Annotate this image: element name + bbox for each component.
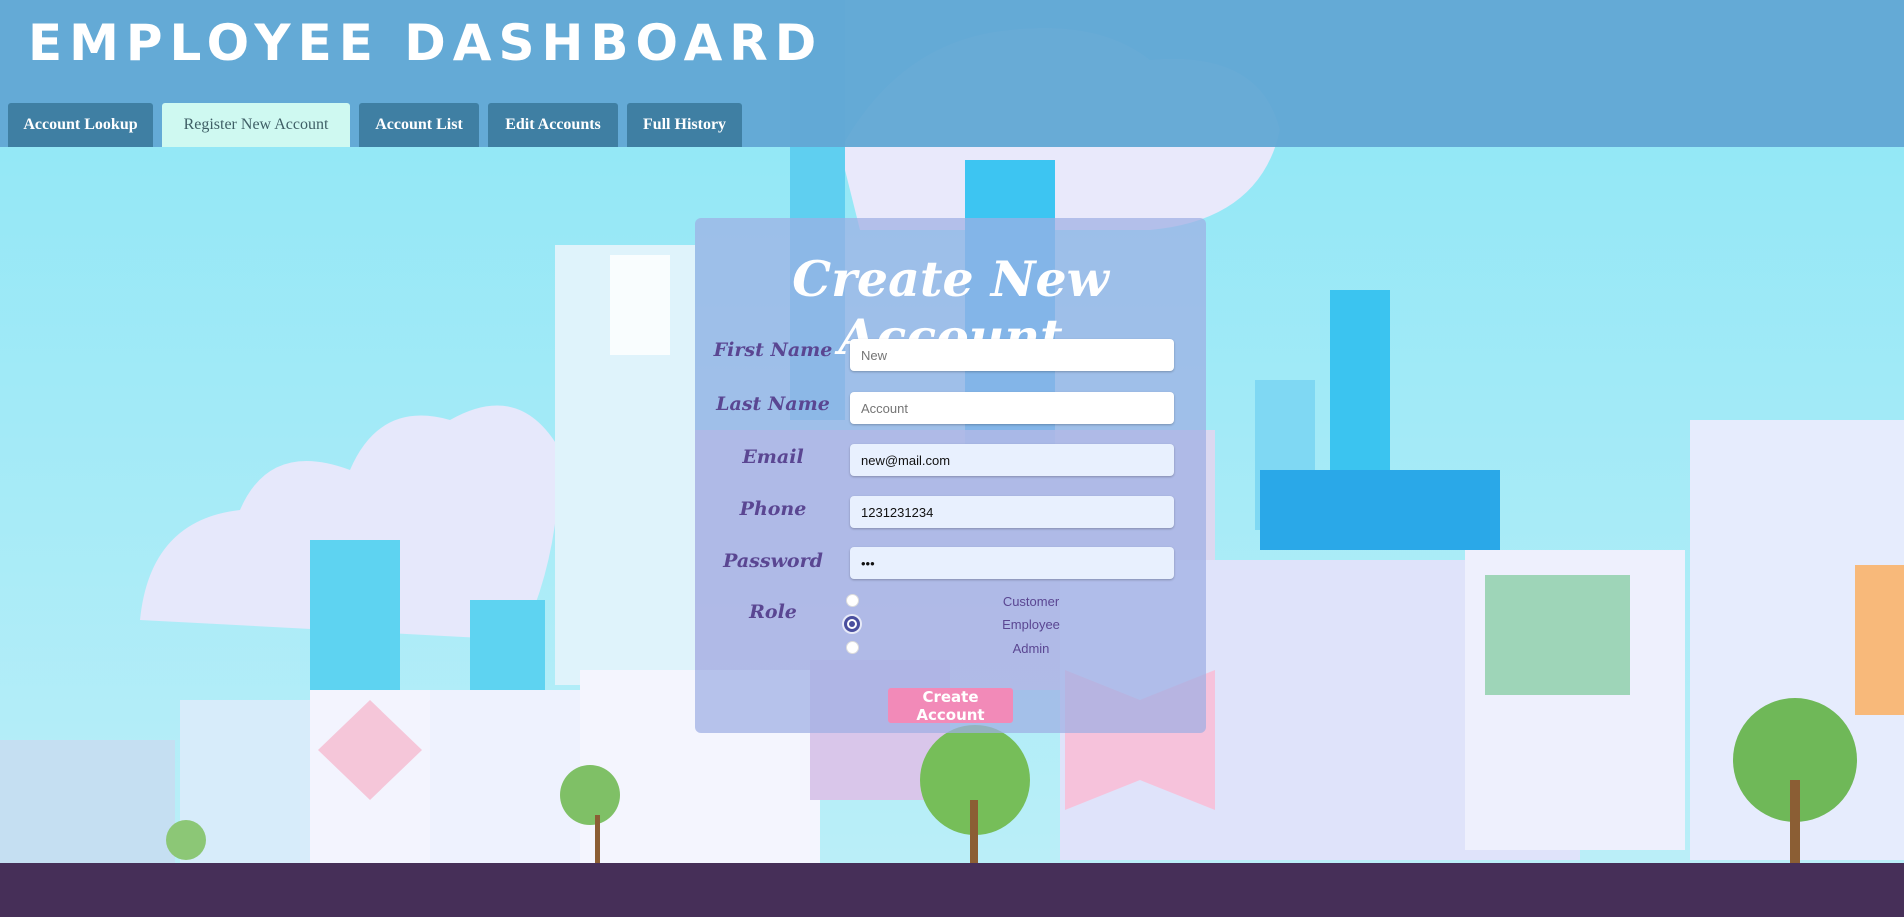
role-radio-employee[interactable] [844,616,860,632]
last-name-label: Last Name [716,393,830,415]
email-label: Email [742,446,804,468]
role-option-customer: Customer [1002,594,1060,609]
phone-label: Phone [739,498,807,520]
tab-account-lookup[interactable]: Account Lookup [8,103,153,147]
dashboard-title: EMPLOYEE DASHBOARD [28,14,824,72]
phone-input[interactable] [850,496,1174,528]
role-option-employee: Employee [1002,617,1060,632]
role-radio-admin[interactable] [846,641,859,654]
tab-register-new-account[interactable]: Register New Account [162,103,350,147]
password-input[interactable] [850,547,1174,579]
role-radio-customer[interactable] [846,594,859,607]
password-label: Password [723,550,823,572]
create-account-form: Create New Account First Name Last Name … [695,218,1206,733]
first-name-input[interactable] [850,339,1174,371]
tab-account-list[interactable]: Account List [359,103,479,147]
dashboard-header: EMPLOYEE DASHBOARD Account Lookup Regist… [0,0,1904,147]
last-name-input[interactable] [850,392,1174,424]
tab-full-history[interactable]: Full History [627,103,742,147]
role-label: Role [749,601,797,623]
first-name-label: First Name [713,339,833,361]
create-account-button[interactable]: Create Account [888,688,1013,724]
role-option-admin: Admin [1012,641,1050,656]
tab-edit-accounts[interactable]: Edit Accounts [488,103,618,147]
email-input[interactable] [850,444,1174,476]
page-footer [0,863,1904,917]
